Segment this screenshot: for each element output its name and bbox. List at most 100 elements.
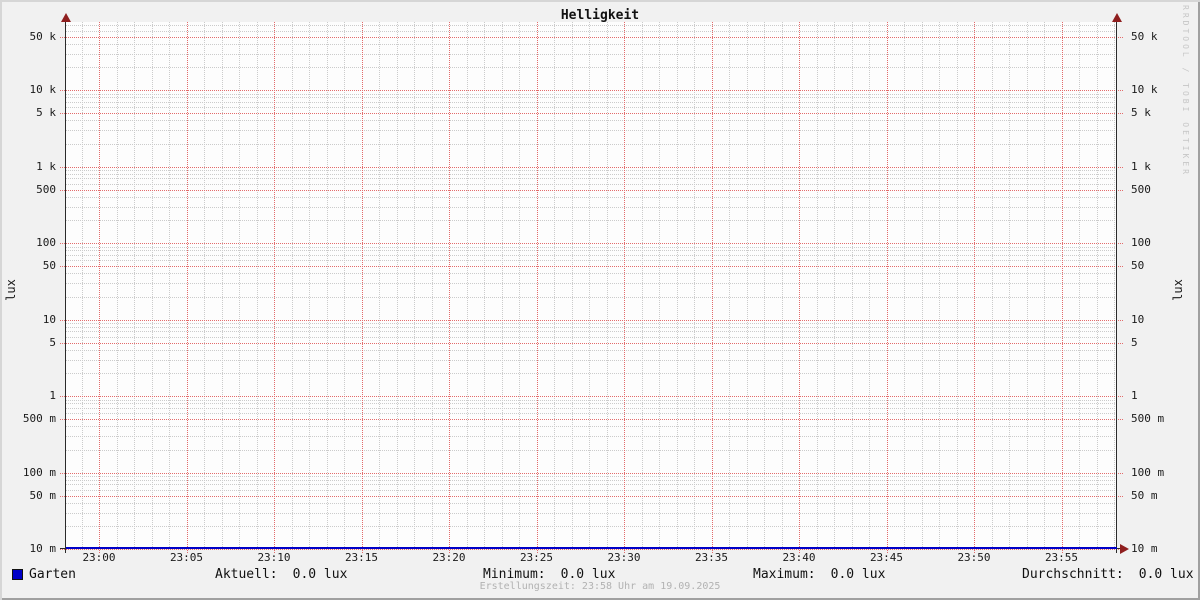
gridline-minor-h bbox=[66, 93, 1117, 95]
y-axis-unit-left: lux bbox=[4, 279, 18, 301]
gridline-minor-h bbox=[66, 107, 1117, 108]
stat-maximum: Maximum: 0.0 lux bbox=[753, 567, 885, 582]
y-axis-right-line bbox=[1116, 18, 1117, 553]
y-tick-label: 50 m bbox=[29, 488, 57, 502]
gridline-minor-h bbox=[66, 323, 1117, 324]
y-tick-label: 500 bbox=[1131, 182, 1151, 196]
gridline-minor-v bbox=[396, 22, 398, 549]
gridline-minor-h bbox=[66, 53, 1117, 55]
gridline-major-v bbox=[624, 22, 625, 553]
gridline-minor-h bbox=[66, 436, 1117, 437]
gridline-minor-h bbox=[66, 246, 1117, 248]
gridline-minor-h bbox=[66, 143, 1117, 145]
gridline-minor-h bbox=[66, 336, 1117, 338]
gridline-major-v bbox=[274, 22, 275, 553]
legend-color-swatch bbox=[12, 569, 23, 580]
y-tick-label: 100 m bbox=[22, 465, 56, 479]
gridline-minor-v bbox=[169, 22, 170, 549]
gridline-minor-v bbox=[519, 22, 520, 549]
gridline-major-h bbox=[60, 342, 1123, 344]
gridline-major-h bbox=[60, 243, 1123, 244]
gridline-major-v bbox=[99, 22, 100, 553]
gridline-major-h bbox=[60, 266, 1123, 267]
gridline-minor-h bbox=[66, 273, 1117, 275]
x-tick-label: 23:20 bbox=[432, 551, 466, 564]
gridline-minor-v bbox=[431, 22, 433, 549]
gridline-minor-v bbox=[781, 22, 783, 549]
gridline-minor-v bbox=[484, 22, 485, 549]
y-tick-label: 1 k bbox=[36, 159, 56, 173]
gridline-minor-v bbox=[851, 22, 853, 549]
gridline-minor-v bbox=[1079, 22, 1080, 549]
gridline-minor-h bbox=[66, 476, 1117, 477]
gridline-major-v bbox=[974, 22, 975, 553]
gridline-minor-h bbox=[66, 183, 1117, 185]
gridline-minor-h bbox=[66, 283, 1117, 284]
gridline-minor-h bbox=[66, 489, 1117, 491]
gridline-minor-v bbox=[466, 22, 468, 549]
gridline-major-v bbox=[361, 22, 363, 553]
gridline-minor-h bbox=[66, 449, 1117, 451]
stat-minimum-value: 0.0 lux bbox=[560, 567, 616, 582]
gridline-minor-v bbox=[956, 22, 958, 549]
gridline-minor-h bbox=[66, 97, 1117, 99]
gridline-minor-h bbox=[66, 512, 1117, 514]
stat-minimum-label: Minimum: bbox=[483, 567, 546, 582]
gridline-minor-h bbox=[66, 373, 1117, 374]
gridline-minor-v bbox=[344, 22, 345, 549]
y-tick-label: 1 k bbox=[1131, 159, 1151, 173]
stat-aktuell: Aktuell: 0.0 lux bbox=[215, 567, 347, 582]
gridline-minor-h bbox=[66, 407, 1117, 409]
x-tick-label: 23:15 bbox=[344, 551, 379, 564]
gridline-major-h bbox=[60, 189, 1123, 191]
x-tick-label: 23:10 bbox=[257, 551, 291, 564]
gridline-minor-v bbox=[991, 22, 993, 549]
gridline-minor-v bbox=[729, 22, 730, 549]
stat-durchschnitt-label: Durchschnitt: bbox=[1022, 567, 1124, 582]
gridline-minor-v bbox=[1026, 22, 1028, 549]
y-tick-label: 10 k bbox=[29, 83, 57, 96]
gridline-minor-h bbox=[66, 250, 1117, 252]
gridline-minor-h bbox=[66, 178, 1117, 180]
legend-series-label: Garten bbox=[29, 567, 76, 582]
gridline-major-h bbox=[60, 419, 1123, 420]
gridline-major-v bbox=[886, 22, 888, 553]
gridline-major-v bbox=[449, 22, 450, 553]
x-tick-label: 23:30 bbox=[607, 551, 641, 564]
gridline-minor-h bbox=[66, 426, 1117, 428]
rrd-graph-image: Helligkeit RRDTOOL / TOBI OETIKER 50 k 10… bbox=[0, 0, 1200, 600]
gridline-minor-v bbox=[239, 22, 240, 549]
gridline-major-v bbox=[799, 22, 800, 553]
gridline-major-h bbox=[60, 90, 1123, 91]
y-tick-label: 1 bbox=[49, 389, 56, 402]
creation-timestamp: Erstellungszeit: 23:58 Uhr am 19.09.2025 bbox=[479, 581, 721, 592]
gridline-major-h bbox=[60, 472, 1123, 474]
gridline-minor-v bbox=[921, 22, 923, 549]
gridline-minor-h bbox=[66, 67, 1117, 68]
gridline-major-h bbox=[60, 396, 1123, 397]
gridline-minor-v bbox=[134, 22, 135, 549]
gridline-major-h bbox=[60, 36, 1123, 38]
y-tick-label: 100 bbox=[1131, 236, 1151, 249]
y-tick-label: 50 k bbox=[1131, 29, 1158, 43]
gridline-minor-v bbox=[309, 22, 310, 549]
gridline-minor-v bbox=[659, 22, 660, 549]
y-tick-label: 10 bbox=[1131, 312, 1145, 326]
y-tick-label: 1 bbox=[1131, 389, 1138, 402]
stat-durchschnitt-value: 0.0 lux bbox=[1138, 567, 1194, 582]
gridline-minor-v bbox=[204, 22, 205, 549]
gridline-major-h bbox=[60, 495, 1123, 497]
gridline-minor-v bbox=[904, 22, 905, 549]
gridline-minor-v bbox=[379, 22, 380, 549]
gridline-minor-h bbox=[66, 296, 1117, 298]
y-tick-label: 500 m bbox=[22, 412, 56, 425]
gridline-minor-h bbox=[66, 526, 1117, 527]
gridline-minor-h bbox=[66, 196, 1117, 198]
gridline-minor-v bbox=[501, 22, 503, 549]
gridline-minor-h bbox=[66, 331, 1117, 333]
gridline-minor-v bbox=[554, 22, 555, 549]
gridline-major-h bbox=[60, 549, 1123, 550]
gridline-minor-v bbox=[694, 22, 695, 549]
gridline-minor-h bbox=[66, 206, 1117, 208]
y-tick-label: 10 m bbox=[29, 542, 57, 555]
